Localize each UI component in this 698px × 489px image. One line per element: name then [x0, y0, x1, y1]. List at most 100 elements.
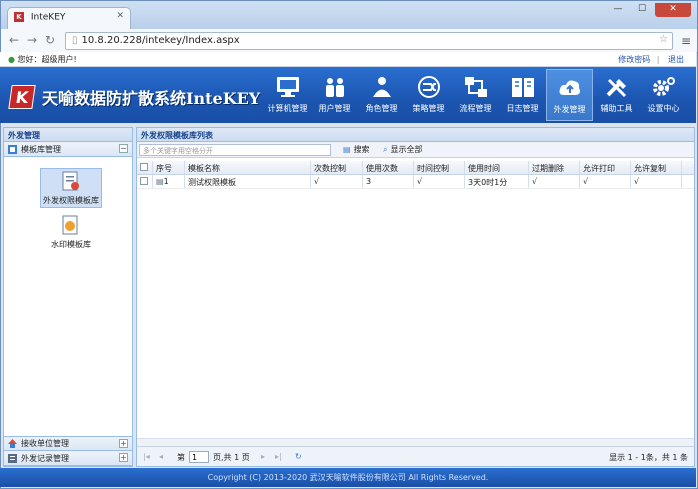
template-library-icon — [8, 144, 17, 154]
browser-tab[interactable]: K InteKEY ✕ — [7, 7, 131, 29]
col-header[interactable]: 次数控制 — [311, 161, 363, 174]
forward-arrow-icon[interactable]: → — [27, 33, 37, 47]
menu-icon[interactable]: ≡ — [681, 34, 691, 48]
refresh-icon[interactable]: ↻ — [295, 452, 302, 461]
list-toolbar: 多个关键字用空格分开 ▤ 搜索 ⌕ 显示全部 — [137, 142, 694, 158]
nav-label: 策略管理 — [412, 104, 445, 113]
sidebar-section-receiver-units[interactable]: 接收单位管理 + — [4, 436, 132, 451]
nav-label: 辅助工具 — [600, 104, 633, 113]
nav-label: 外发管理 — [553, 105, 586, 114]
sidebar-section-outgoing-records[interactable]: 外发记录管理 + — [4, 451, 132, 466]
nav-item-workflow[interactable]: 流程管理 — [452, 69, 499, 121]
window-close-button[interactable]: ✕ — [655, 3, 691, 17]
logo-k-icon: K — [8, 85, 36, 109]
greeting-text: 您好：超级用户! — [17, 55, 77, 64]
col-header[interactable]: 使用时间 — [465, 161, 529, 174]
template-grid: 序号 模板名称 次数控制 使用次数 时间控制 使用时间 过期删除 允许打印 允许… — [137, 161, 694, 189]
col-header[interactable]: 时间控制 — [414, 161, 465, 174]
cell-time-control: √ — [414, 175, 465, 188]
section-label: 接收单位管理 — [21, 439, 69, 448]
nav-item-users[interactable]: 用户管理 — [311, 69, 358, 121]
tab-title: InteKEY — [30, 12, 66, 23]
cell-use-time: 3天0时1分 — [465, 175, 529, 188]
last-page-icon[interactable]: ▸| — [275, 452, 282, 461]
col-header[interactable]: 使用次数 — [363, 161, 414, 174]
tile-watermark-templates[interactable]: 水印模板库 — [40, 213, 102, 253]
nav-item-tools[interactable]: 辅助工具 — [593, 69, 640, 121]
search-button-label: 搜索 — [353, 145, 370, 154]
show-all-label: 显示全部 — [390, 145, 423, 154]
nav-label: 用户管理 — [318, 104, 351, 113]
search-input[interactable]: 多个关键字用空格分开 — [139, 144, 331, 156]
nav-item-policy[interactable]: 策略管理 — [405, 69, 452, 121]
users-icon — [323, 75, 347, 99]
col-header[interactable]: 允许复制 — [631, 161, 682, 174]
nav-item-settings[interactable]: 设置中心 — [640, 69, 687, 121]
tools-icon — [605, 75, 629, 99]
back-arrow-icon[interactable]: ← — [9, 33, 19, 47]
expand-icon[interactable]: + — [119, 453, 128, 462]
section-label: 外发记录管理 — [21, 453, 69, 463]
roles-icon — [370, 75, 394, 99]
tile-label: 外发权限模板库 — [43, 196, 99, 205]
minimize-button[interactable]: — — [607, 3, 629, 17]
nav-item-roles[interactable]: 角色管理 — [358, 69, 405, 121]
settings-gear-icon — [652, 75, 676, 99]
app-title: 天喻数据防扩散系统InteKEY — [42, 89, 261, 108]
table-row[interactable]: ▤1 测试权限模板 √ 3 √ 3天0时1分 √ √ √ — [137, 175, 694, 189]
bookmark-star-icon[interactable]: ☆ — [659, 34, 668, 45]
nav-label: 日志管理 — [506, 104, 539, 113]
col-header[interactable]: 序号 — [153, 161, 185, 174]
next-page-icon[interactable]: ▸ — [261, 452, 265, 461]
permission-document-icon — [62, 171, 79, 191]
page-icon: ▯ — [72, 35, 78, 46]
app-header-banner: K 天喻数据防扩散系统InteKEY 计算机管理 用户管理 角色管理 策略管理 … — [0, 67, 696, 123]
page-label: 第 — [177, 453, 185, 462]
intekey-favicon-icon: K — [14, 12, 24, 22]
section-label: 模板库管理 — [21, 144, 61, 154]
search-button[interactable]: ▤ 搜索 — [343, 144, 370, 155]
address-bar[interactable]: ▯ 10.8.20.228/intekey/Index.aspx ☆ — [65, 32, 673, 50]
sidebar-section-template-library[interactable]: 模板库管理 − — [4, 142, 132, 157]
pager: |◂ ◂ 第 页,共 1 页 ▸ ▸| ↻ 显示 1 - 1条，共 1 条 — [137, 446, 694, 466]
maximize-button[interactable]: ☐ — [631, 3, 653, 17]
col-header[interactable]: 模板名称 — [185, 161, 311, 174]
nav-item-outgoing[interactable]: 外发管理 — [546, 69, 593, 121]
outgoing-icon — [558, 76, 582, 100]
prev-page-icon[interactable]: ◂ — [159, 452, 163, 461]
main-panel: 外发权限模板库列表 多个关键字用空格分开 ▤ 搜索 ⌕ 显示全部 序号 模板名称… — [136, 127, 695, 467]
first-page-icon[interactable]: |◂ — [143, 452, 150, 461]
logout-link[interactable]: 退出 — [668, 55, 684, 64]
tile-outgoing-permission-templates[interactable]: 外发权限模板库 — [40, 168, 102, 208]
cell-use-count: 3 — [363, 175, 414, 188]
select-all-checkbox[interactable] — [137, 161, 153, 174]
nav-item-log[interactable]: 日志管理 — [499, 69, 546, 121]
horizontal-scrollbar[interactable] — [137, 438, 694, 446]
collapse-icon[interactable]: − — [119, 144, 128, 153]
cell-name: 测试权限模板 — [185, 175, 311, 188]
col-header[interactable]: 过期删除 — [529, 161, 580, 174]
page-number-input[interactable] — [189, 451, 209, 463]
nav-item-computer[interactable]: 计算机管理 — [264, 69, 311, 121]
nav-label: 角色管理 — [365, 104, 398, 113]
show-all-button[interactable]: ⌕ 显示全部 — [383, 144, 422, 155]
col-header[interactable]: 允许打印 — [580, 161, 631, 174]
col-header-overflow — [682, 161, 694, 174]
nav-label: 流程管理 — [459, 104, 492, 113]
sidebar-title: 外发管理 — [4, 128, 132, 142]
home-icon — [8, 439, 17, 448]
nav-label: 计算机管理 — [267, 104, 308, 113]
expand-icon[interactable]: + — [119, 439, 128, 448]
row-checkbox[interactable] — [137, 175, 153, 188]
reload-icon[interactable]: ↻ — [45, 33, 55, 47]
tile-label: 水印模板库 — [51, 240, 91, 249]
browser-toolbar: ← → ↻ ▯ 10.8.20.228/intekey/Index.aspx ☆ … — [1, 29, 697, 53]
sidebar-section-body: 外发权限模板库 水印模板库 — [4, 157, 132, 436]
cell-count-control: √ — [311, 175, 363, 188]
tab-close-icon[interactable]: ✕ — [116, 11, 124, 21]
change-password-link[interactable]: 修改密码 — [618, 55, 650, 64]
panel-title: 外发权限模板库列表 — [137, 128, 694, 142]
sidebar: 外发管理 模板库管理 − 外发权限模板库 水印模板库 接收单位管理 + 外发记录… — [3, 127, 133, 467]
policy-icon — [417, 75, 441, 99]
cell-expire-delete: √ — [529, 175, 580, 188]
